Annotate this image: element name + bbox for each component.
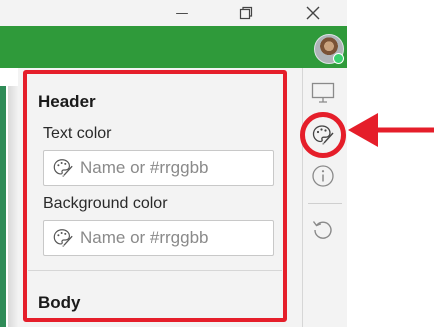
text-color-placeholder: Name or #rrggbb — [80, 158, 209, 177]
background-color-placeholder: Name or #rrggbb — [80, 228, 209, 247]
rail-divider — [308, 203, 342, 204]
title-bar: — — [0, 0, 347, 26]
background-color-input[interactable]: Name or #rrggbb — [43, 220, 274, 256]
monitor-icon[interactable] — [311, 82, 335, 104]
text-color-label: Text color — [43, 125, 112, 142]
canvas-edge — [0, 68, 18, 327]
minimize-button[interactable]: — — [162, 0, 202, 26]
palette-icon — [53, 229, 73, 247]
info-icon[interactable] — [311, 164, 335, 188]
background-color-label: Background color — [43, 195, 168, 212]
minimize-icon: — — [175, 5, 189, 21]
close-icon — [306, 6, 320, 20]
undo-icon[interactable] — [311, 217, 335, 241]
body-section-title[interactable]: Body — [38, 293, 81, 313]
annotation-arrow — [348, 113, 434, 147]
panel-shadow — [8, 86, 18, 327]
close-button[interactable] — [293, 0, 333, 26]
palette-icon — [53, 159, 73, 177]
icon-rail — [302, 68, 347, 327]
restore-icon — [239, 6, 253, 20]
restore-button[interactable] — [226, 0, 266, 26]
header-section-title: Header — [38, 92, 96, 111]
app-header-bar — [0, 26, 347, 68]
highlight-circle — [300, 112, 346, 158]
text-color-input[interactable]: Name or #rrggbb — [43, 150, 274, 186]
online-status-dot — [333, 53, 344, 64]
canvas-green-strip — [0, 86, 6, 327]
section-divider — [28, 270, 282, 271]
